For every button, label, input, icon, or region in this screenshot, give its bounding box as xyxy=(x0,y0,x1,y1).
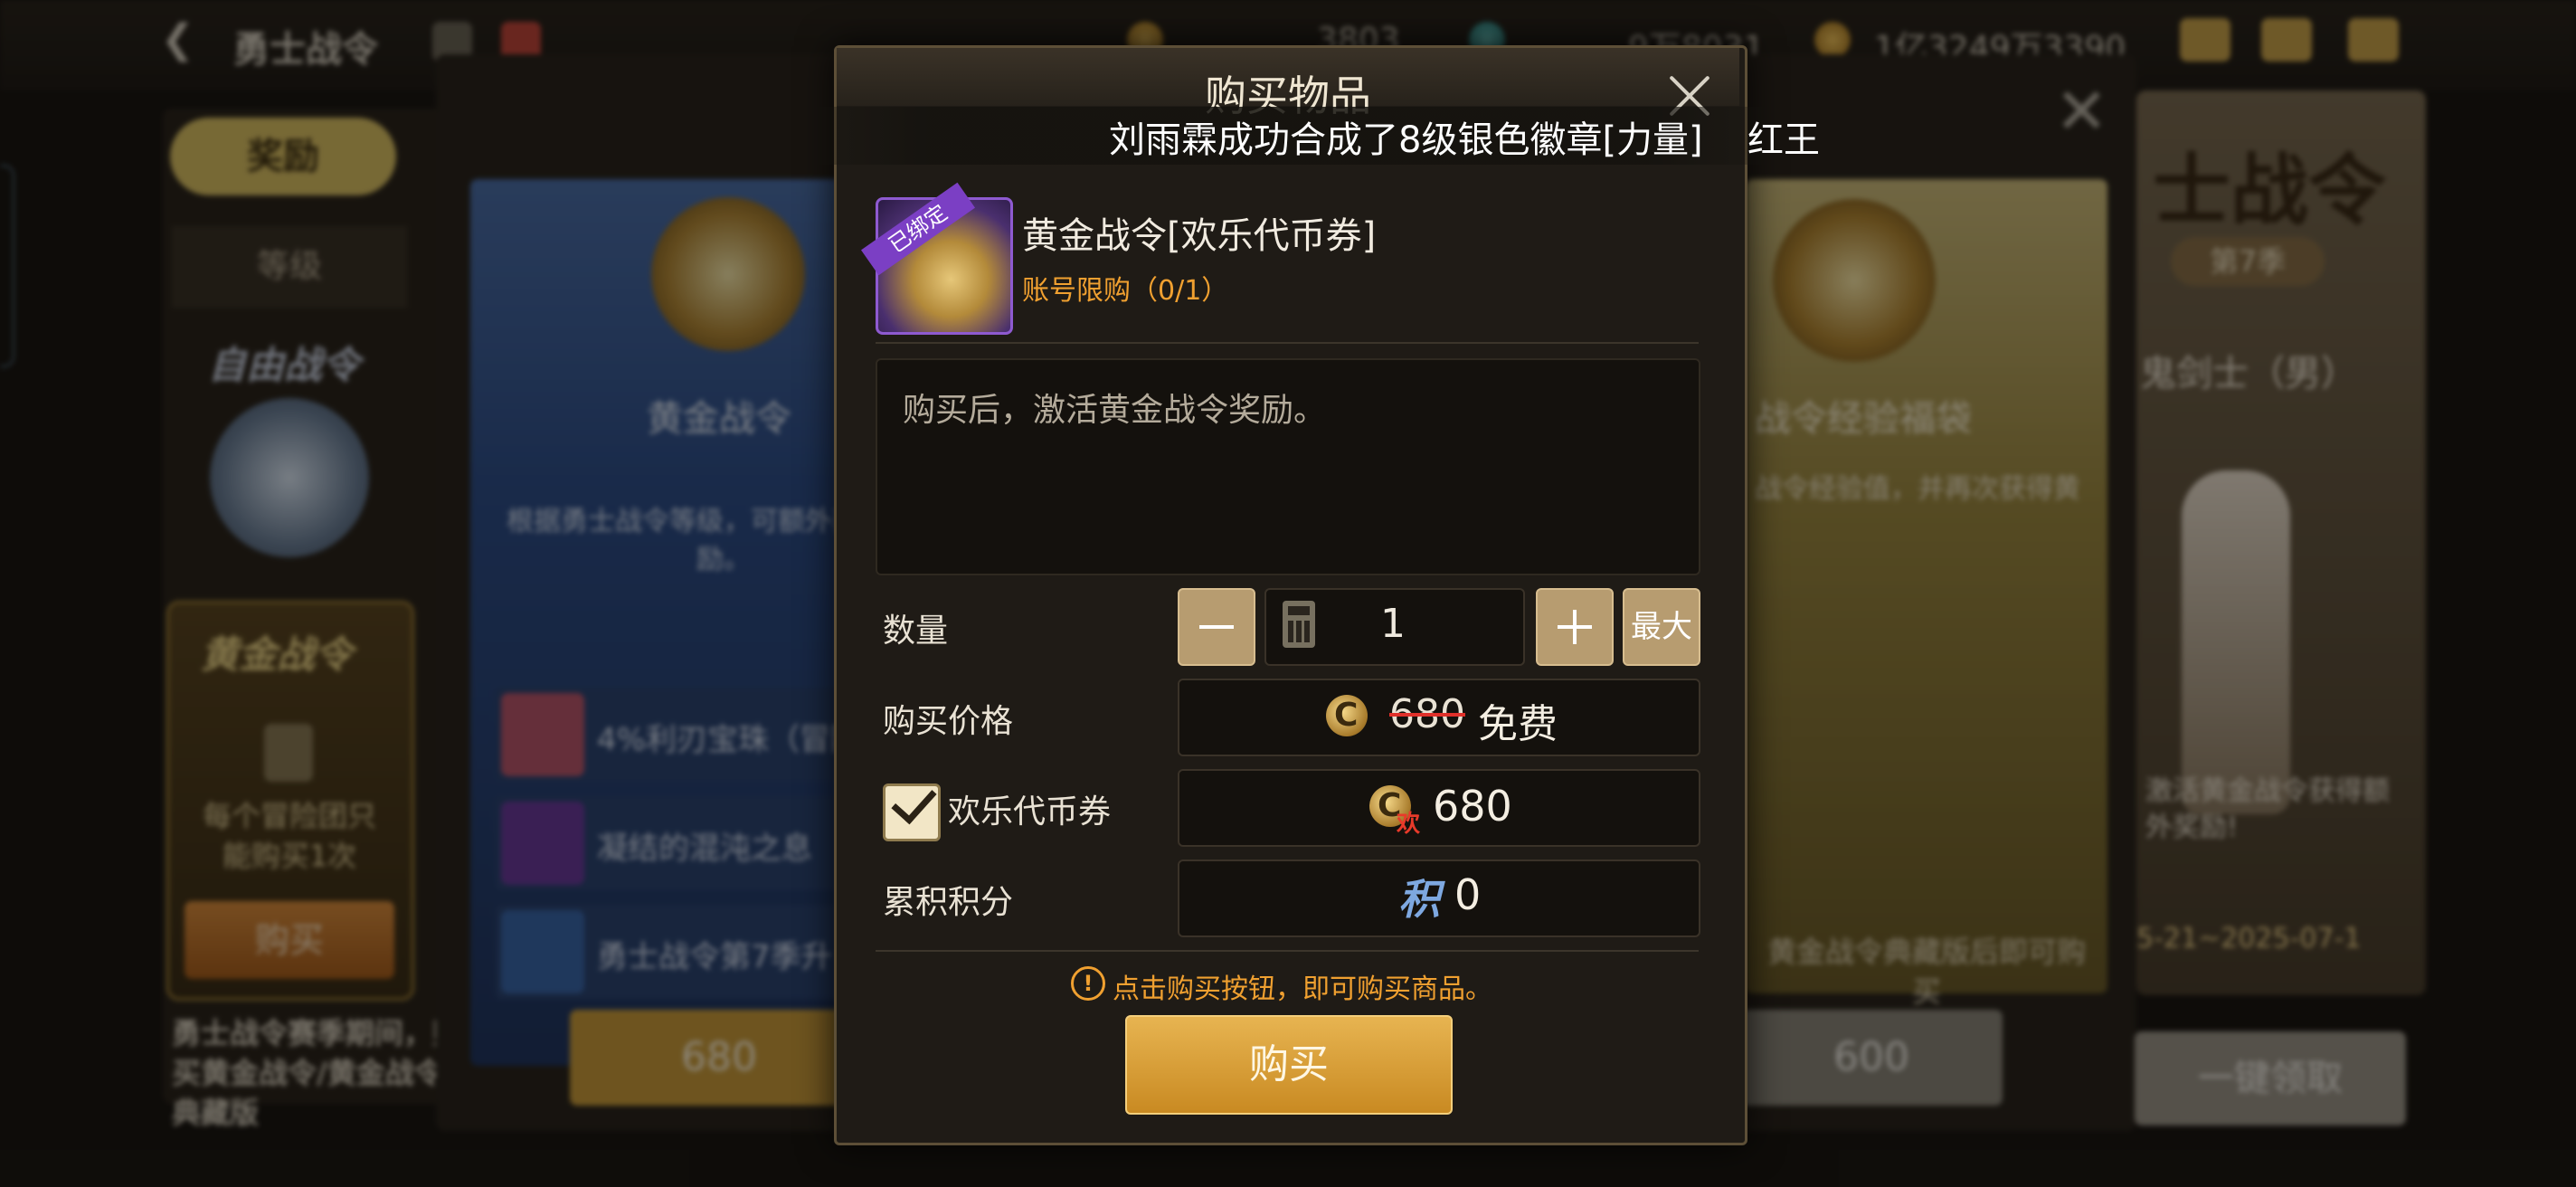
purchase-limit: 账号限购（0/1） xyxy=(1022,275,1229,307)
points-label: 累积积分 xyxy=(883,884,1014,921)
quantity-plus-button[interactable] xyxy=(1536,588,1614,666)
coupon-tag: 欢 xyxy=(1397,811,1421,838)
price-original: 680 xyxy=(1389,691,1465,737)
divider xyxy=(876,950,1699,952)
quantity-minus-button[interactable] xyxy=(1178,588,1255,666)
broadcast-text-tail: 红王 xyxy=(1747,119,1820,161)
quantity-value: 1 xyxy=(1380,601,1406,647)
points-value: 0 xyxy=(1454,870,1482,919)
coin-icon xyxy=(1326,695,1368,736)
price-free: 免费 xyxy=(1478,701,1558,747)
item-name: 黄金战令[欢乐代币券] xyxy=(1022,215,1377,257)
divider xyxy=(876,342,1699,344)
coupon-label: 欢乐代币券 xyxy=(948,793,1112,831)
quantity-max-button[interactable]: 最大 xyxy=(1623,588,1700,666)
purchase-hint: 点击购买按钮，即可购买商品。 xyxy=(1113,973,1492,1005)
info-icon: ! xyxy=(1071,966,1105,1001)
coupon-value: 680 xyxy=(1433,782,1512,831)
quantity-label: 数量 xyxy=(883,612,949,650)
points-icon: 积 xyxy=(1398,875,1440,924)
buy-button[interactable]: 购买 xyxy=(1125,1015,1453,1115)
price-label: 购买价格 xyxy=(883,703,1014,740)
broadcast-text: 刘雨霖成功合成了8级银色徽章[力量] xyxy=(1109,119,1703,161)
item-description: 购买后，激活黄金战令奖励。 xyxy=(903,392,1327,429)
